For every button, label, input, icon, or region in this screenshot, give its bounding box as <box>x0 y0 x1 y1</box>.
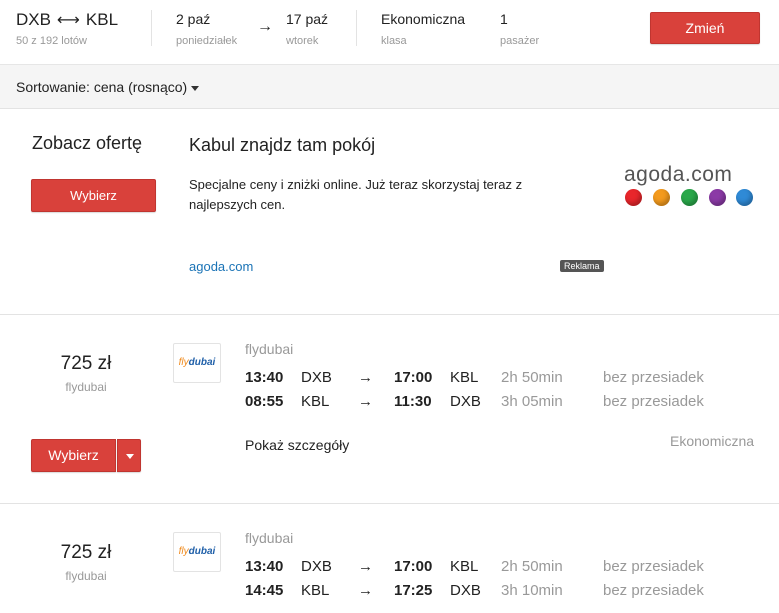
arrival-time: 17:25 <box>394 582 433 599</box>
stops-info: bez przesiadek <box>603 369 704 386</box>
departure-airport: KBL <box>301 393 330 410</box>
flight-price: 725 zł <box>60 353 112 374</box>
arrow-right-icon: → <box>358 393 373 410</box>
departure-time: 08:55 <box>245 393 284 410</box>
date-arrow-icon: → <box>257 18 273 35</box>
sort-bar: Sortowanie: cena (rosnąco) <box>0 65 779 109</box>
return-date[interactable]: 17 paź <box>286 11 328 27</box>
departure-airport: DXB <box>301 558 332 575</box>
change-search-button[interactable]: Zmień <box>650 12 760 44</box>
arrival-airport: DXB <box>450 582 481 599</box>
airline-name: flydubai <box>245 530 294 546</box>
cabin-class: Ekonomiczna <box>670 433 755 449</box>
flight-duration: 2h 50min <box>501 369 563 386</box>
origin-code: DXB <box>16 10 51 29</box>
select-options-button[interactable] <box>117 439 141 472</box>
airline-name: flydubai <box>245 341 294 357</box>
sort-dropdown[interactable]: Sortowanie: cena (rosnąco) <box>16 79 200 95</box>
results-count: 50 z 192 lotów <box>16 35 87 47</box>
select-flight-button[interactable]: Wybierz <box>31 439 116 472</box>
passenger-label: pasażer <box>500 35 540 47</box>
depart-date[interactable]: 2 paź <box>176 11 210 27</box>
destination-code: KBL <box>85 10 119 29</box>
depart-day: poniedziałek <box>176 35 238 47</box>
arrival-airport: KBL <box>450 369 479 386</box>
flight-duration: 2h 50min <box>501 558 563 575</box>
passenger-count[interactable]: 1 <box>500 11 508 27</box>
ad-title[interactable]: Kabul znajdz tam pokój <box>189 135 375 156</box>
stops-info: bez przesiadek <box>603 582 704 599</box>
airline-logo: flydubai <box>173 343 221 383</box>
return-leg: 08:55 KBL → 11:30 DXB 3h 05min bez przes… <box>245 393 765 413</box>
return-day: wtorek <box>286 35 319 47</box>
outbound-leg: 13:40 DXB → 17:00 KBL 2h 50min bez przes… <box>245 558 765 578</box>
flight-result-card[interactable]: 725 zł flydubai flydubai flydubai 13:40 … <box>0 315 779 504</box>
search-summary-bar: DXB ⟷ KBL 50 z 192 lotów 2 paź poniedziałe… <box>0 0 779 65</box>
departure-airport: KBL <box>301 582 330 599</box>
flight-result-card[interactable]: 725 zł flydubai flydubai flydubai 13:40 … <box>0 504 779 613</box>
ad-link[interactable]: agoda.com <box>189 259 253 274</box>
price-airline: flydubai <box>65 569 107 583</box>
flight-price: 725 zł <box>60 542 112 563</box>
show-details-link[interactable]: Pokaż szczegóły <box>245 437 349 453</box>
chevron-down-icon <box>191 85 200 91</box>
stops-info: bez przesiadek <box>603 393 704 410</box>
chevron-down-icon <box>126 454 134 459</box>
route: DXB ⟷ KBL <box>16 10 118 30</box>
divider <box>356 10 357 46</box>
agoda-logo-dot <box>625 189 642 206</box>
arrival-airport: DXB <box>450 393 481 410</box>
arrow-right-icon: → <box>358 582 373 599</box>
departure-time: 14:45 <box>245 582 284 599</box>
agoda-logo-dot <box>736 189 753 206</box>
return-leg: 14:45 KBL → 17:25 DXB 3h 10min bez przes… <box>245 582 765 602</box>
agoda-logo-dot <box>653 189 670 206</box>
agoda-logo-text: agoda.com <box>624 163 733 186</box>
ad-select-button[interactable]: Wybierz <box>31 179 156 212</box>
round-trip-arrow-icon: ⟷ <box>56 12 80 29</box>
stops-info: bez przesiadek <box>603 558 704 575</box>
price-airline: flydubai <box>65 380 107 394</box>
arrival-time: 17:00 <box>394 369 433 386</box>
agoda-logo-dot <box>681 189 698 206</box>
arrival-time: 17:00 <box>394 558 433 575</box>
arrival-airport: KBL <box>450 558 479 575</box>
airline-logo: flydubai <box>173 532 221 572</box>
flight-duration: 3h 10min <box>501 582 563 599</box>
cabin-class[interactable]: Ekonomiczna <box>381 11 465 27</box>
ad-card: Zobacz ofertę Wybierz Kabul znajdz tam p… <box>0 109 779 315</box>
ad-badge: Reklama <box>560 260 604 272</box>
agoda-logo-dot <box>709 189 726 206</box>
arrow-right-icon: → <box>358 369 373 386</box>
departure-airport: DXB <box>301 369 332 386</box>
divider <box>151 10 152 46</box>
flight-duration: 3h 05min <box>501 393 563 410</box>
arrow-right-icon: → <box>358 558 373 575</box>
ad-cta-text: Zobacz ofertę <box>32 133 143 153</box>
arrival-time: 11:30 <box>394 393 432 410</box>
cabin-class-label: klasa <box>381 35 407 47</box>
departure-time: 13:40 <box>245 558 284 575</box>
departure-time: 13:40 <box>245 369 284 386</box>
outbound-leg: 13:40 DXB → 17:00 KBL 2h 50min bez przes… <box>245 369 765 389</box>
sort-label: Sortowanie: cena (rosnąco) <box>16 79 188 95</box>
ad-description: Specjalne ceny i zniżki online. Już tera… <box>189 177 523 212</box>
